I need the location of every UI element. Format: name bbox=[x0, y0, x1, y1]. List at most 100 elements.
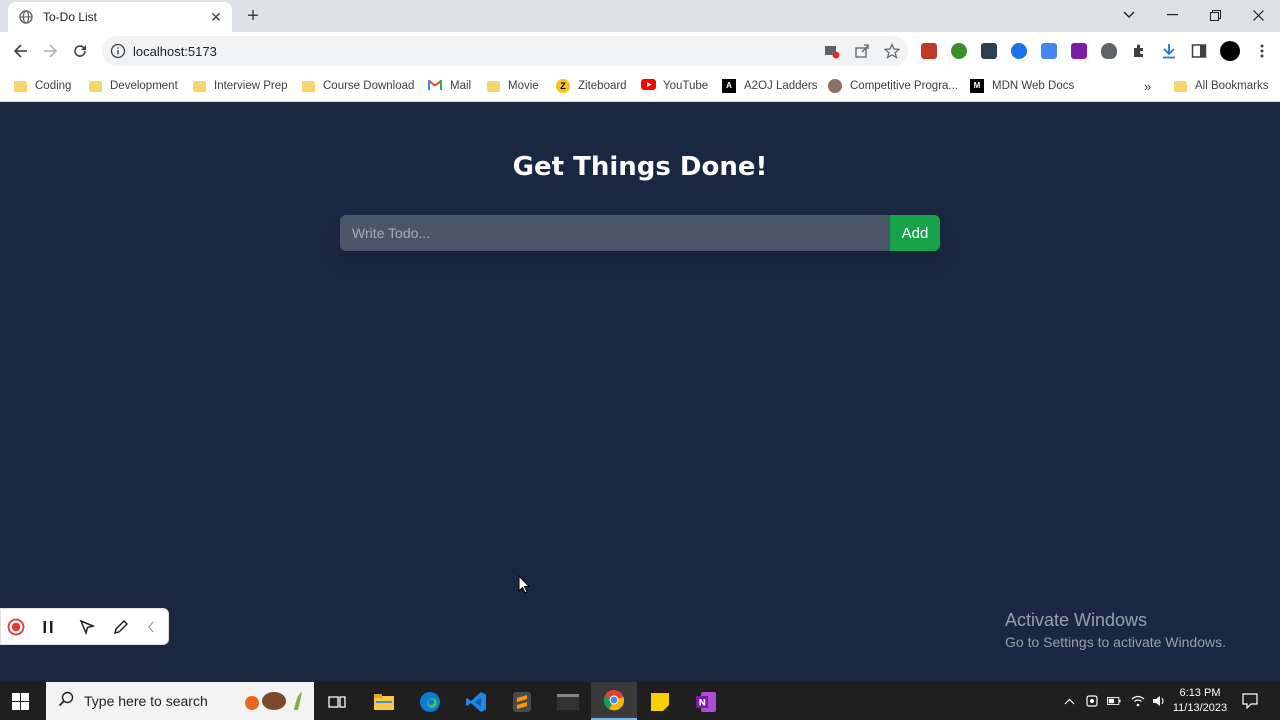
record-stop-icon[interactable] bbox=[7, 618, 25, 636]
youtube-icon bbox=[641, 79, 656, 93]
bookmark-competitive-programming[interactable]: Competitive Progra... bbox=[828, 78, 958, 94]
bookmark-star-icon[interactable] bbox=[883, 43, 901, 59]
side-panel-icon[interactable] bbox=[1191, 43, 1207, 59]
bookmark-all-bookmarks[interactable]: All Bookmarks bbox=[1174, 78, 1269, 94]
todo-input[interactable] bbox=[340, 215, 890, 251]
blocked-popup-icon[interactable] bbox=[824, 43, 840, 59]
tab-title: To-Do List bbox=[43, 10, 98, 24]
bookmark-label: Competitive Progra... bbox=[850, 80, 959, 92]
folder-icon bbox=[487, 80, 500, 92]
bookmark-a2oj-ladders[interactable]: A A2OJ Ladders bbox=[722, 78, 818, 94]
forward-arrow-icon[interactable] bbox=[38, 39, 62, 63]
minimize-icon[interactable] bbox=[1150, 0, 1194, 30]
globe-icon bbox=[18, 9, 34, 25]
sublime-text-icon[interactable] bbox=[511, 691, 533, 713]
bookmark-label: Interview Prep bbox=[214, 80, 288, 92]
extensions-puzzle-icon[interactable] bbox=[1131, 43, 1147, 59]
active-tab[interactable]: To-Do List ✕ bbox=[8, 2, 232, 32]
extension-purple-icon[interactable] bbox=[1071, 43, 1087, 59]
taskbar-clock[interactable]: 6:13 PM 11/13/2023 bbox=[1166, 686, 1234, 716]
pointer-arrow-icon[interactable] bbox=[78, 618, 96, 636]
extension-red-icon[interactable] bbox=[921, 43, 937, 59]
volume-icon[interactable] bbox=[1152, 694, 1166, 708]
bookmark-label: Ziteboard bbox=[578, 80, 627, 92]
notification-center-icon[interactable] bbox=[1242, 693, 1258, 709]
bookmark-label: A2OJ Ladders bbox=[744, 80, 818, 92]
screen-recorder-toolbar bbox=[0, 608, 169, 645]
back-arrow-icon[interactable] bbox=[9, 39, 33, 63]
bookmark-label: MDN Web Docs bbox=[992, 80, 1075, 92]
browser-tab-strip: To-Do List ✕ + bbox=[0, 0, 1280, 32]
bookmark-mdn-web-docs[interactable]: M MDN Web Docs bbox=[970, 78, 1074, 94]
sticky-notes-icon[interactable] bbox=[649, 691, 671, 713]
folder-icon bbox=[193, 80, 206, 92]
bookmark-label: Movie bbox=[508, 80, 539, 92]
bookmark-youtube[interactable]: YouTube bbox=[641, 78, 708, 94]
onenote-icon[interactable]: N bbox=[695, 691, 717, 713]
vscode-icon[interactable] bbox=[465, 691, 487, 713]
page-title: Get Things Done! bbox=[512, 152, 768, 182]
search-icon bbox=[58, 691, 74, 712]
reload-icon[interactable] bbox=[68, 39, 92, 63]
close-window-icon[interactable] bbox=[1236, 0, 1280, 30]
windows-start-icon[interactable] bbox=[12, 693, 29, 710]
edge-browser-icon[interactable] bbox=[419, 691, 441, 713]
gmail-icon bbox=[427, 79, 443, 93]
tray-app-icon[interactable] bbox=[1085, 694, 1099, 708]
download-icon[interactable] bbox=[1161, 43, 1177, 59]
chrome-taskbar-icon[interactable] bbox=[591, 682, 637, 720]
a2oj-icon: A bbox=[722, 79, 736, 93]
site-info-icon[interactable] bbox=[110, 43, 126, 59]
clock-date: 11/13/2023 bbox=[1172, 702, 1228, 714]
bookmark-development[interactable]: Development bbox=[89, 78, 178, 94]
extension-news-icon[interactable] bbox=[981, 43, 997, 59]
bookmark-label: Course Download bbox=[323, 80, 415, 92]
new-tab-plus-icon[interactable]: + bbox=[243, 6, 263, 26]
task-view-icon[interactable] bbox=[326, 691, 348, 713]
search-highlight-icon bbox=[242, 690, 304, 712]
add-button[interactable]: Add bbox=[890, 215, 940, 251]
close-tab-icon[interactable]: ✕ bbox=[208, 9, 224, 25]
wifi-icon[interactable] bbox=[1131, 694, 1145, 708]
share-icon[interactable] bbox=[854, 43, 870, 59]
extension-bug-icon[interactable] bbox=[1101, 43, 1117, 59]
bookmark-ziteboard[interactable]: Z Ziteboard bbox=[556, 78, 627, 94]
windows-taskbar: Type here to search N 6:13 PM 11/13/2023 bbox=[0, 682, 1280, 720]
bookmark-label: YouTube bbox=[663, 80, 709, 92]
file-explorer-icon[interactable] bbox=[373, 691, 395, 713]
bookmark-label: Coding bbox=[35, 80, 72, 92]
activate-windows-watermark: Activate Windows Go to Settings to activ… bbox=[1005, 610, 1226, 650]
taskbar-search-box[interactable]: Type here to search bbox=[46, 682, 314, 720]
mdn-icon: M bbox=[970, 79, 984, 93]
bookmark-label: All Bookmarks bbox=[1195, 80, 1269, 92]
pen-icon[interactable] bbox=[112, 618, 130, 636]
more-bookmarks-chevron-icon[interactable]: » bbox=[1144, 78, 1151, 94]
address-url: localhost:5173 bbox=[133, 44, 217, 59]
collapse-chevron-icon[interactable] bbox=[142, 618, 160, 636]
bookmark-label: Development bbox=[110, 80, 178, 92]
menu-dots-icon[interactable] bbox=[1254, 43, 1270, 59]
extension-blue-square-icon[interactable] bbox=[1041, 43, 1057, 59]
svg-text:N: N bbox=[699, 699, 707, 709]
search-placeholder: Type here to search bbox=[84, 693, 208, 709]
extension-blue-circle-icon[interactable] bbox=[1011, 43, 1027, 59]
tab-search-chevron-icon[interactable] bbox=[1107, 0, 1151, 30]
restore-icon[interactable] bbox=[1193, 0, 1237, 30]
terminal-app-icon[interactable] bbox=[557, 691, 579, 713]
folder-icon bbox=[89, 80, 102, 92]
profile-avatar[interactable] bbox=[1220, 41, 1240, 61]
bookmark-mail[interactable]: Mail bbox=[427, 78, 472, 94]
folder-icon bbox=[14, 80, 27, 92]
address-bar[interactable]: localhost:5173 bbox=[102, 36, 908, 66]
pause-icon[interactable] bbox=[39, 618, 57, 636]
bookmark-interview-prep[interactable]: Interview Prep bbox=[193, 78, 288, 94]
battery-icon[interactable] bbox=[1107, 694, 1121, 708]
tray-chevron-icon[interactable] bbox=[1062, 694, 1076, 708]
extension-tree-icon[interactable] bbox=[951, 43, 967, 59]
bookmark-course-download[interactable]: Course Download bbox=[302, 78, 414, 94]
bookmark-movie[interactable]: Movie bbox=[487, 78, 539, 94]
competitive-programming-icon bbox=[828, 79, 842, 93]
watermark-subtitle: Go to Settings to activate Windows. bbox=[1005, 634, 1226, 650]
bookmark-label: Mail bbox=[450, 80, 472, 92]
bookmark-coding[interactable]: Coding bbox=[14, 78, 71, 94]
